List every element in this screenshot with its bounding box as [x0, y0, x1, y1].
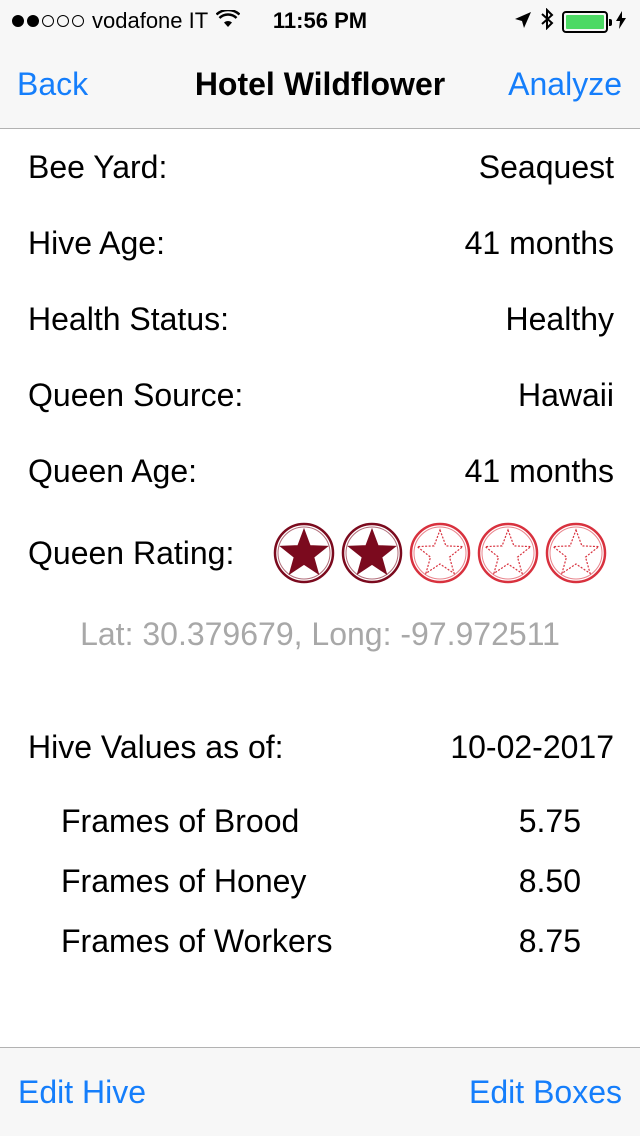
hive-values-date: 10-02-2017	[450, 728, 614, 765]
detail-label: Queen Source:	[28, 376, 244, 413]
detail-label: Queen Age:	[28, 452, 198, 489]
hive-values-label: Hive Values as of:	[28, 728, 284, 765]
hive-value-number: 8.75	[518, 922, 581, 959]
hive-value-row-workers: Frames of Workers 8.75	[61, 921, 581, 961]
analyze-button[interactable]: Analyze	[508, 66, 622, 103]
location-coordinates: Lat: 30.379679, Long: -97.972511	[80, 616, 560, 652]
bluetooth-icon	[540, 7, 554, 36]
detail-row-queen-source: Queen Source: Hawaii	[28, 375, 614, 415]
star-empty-icon[interactable]	[408, 521, 472, 585]
hive-value-number: 8.50	[518, 862, 581, 899]
hive-values-header: Hive Values as of: 10-02-2017	[28, 727, 614, 767]
detail-label: Health Status:	[28, 300, 229, 337]
hive-value-label: Frames of Brood	[61, 802, 300, 839]
hive-value-label: Frames of Honey	[61, 862, 307, 899]
queen-rating-label: Queen Rating:	[28, 534, 235, 571]
star-empty-icon[interactable]	[476, 521, 540, 585]
star-filled-icon[interactable]	[340, 521, 404, 585]
hive-value-row-honey: Frames of Honey 8.50	[61, 861, 581, 901]
detail-value: Seaquest	[478, 148, 614, 185]
hive-value-number: 5.75	[518, 802, 581, 839]
queen-rating-stars[interactable]	[272, 521, 608, 585]
edit-hive-button[interactable]: Edit Hive	[18, 1074, 146, 1111]
detail-row-hive-age: Hive Age: 41 months	[28, 223, 614, 263]
detail-value: 41 months	[464, 224, 614, 261]
location-arrow-icon	[514, 9, 532, 35]
detail-value: 41 months	[464, 452, 614, 489]
detail-label: Hive Age:	[28, 224, 165, 261]
detail-row-queen-age: Queen Age: 41 months	[28, 451, 614, 491]
detail-value: Healthy	[505, 300, 615, 337]
charging-bolt-icon	[616, 9, 626, 35]
edit-boxes-button[interactable]: Edit Boxes	[469, 1074, 622, 1111]
detail-value: Hawaii	[517, 376, 614, 413]
hive-value-row-brood: Frames of Brood 5.75	[61, 801, 581, 841]
battery-level	[566, 15, 604, 29]
status-right	[514, 7, 626, 36]
star-filled-icon[interactable]	[272, 521, 336, 585]
detail-row-health-status: Health Status: Healthy	[28, 299, 614, 339]
battery-icon	[562, 11, 612, 33]
status-bar: vodafone IT 11:56 PM	[0, 0, 640, 40]
navigation-bar: Back Hotel Wildflower Analyze	[0, 40, 640, 129]
detail-label: Bee Yard:	[28, 148, 168, 185]
hive-value-label: Frames of Workers	[61, 922, 333, 959]
bottom-toolbar: Edit Hive Edit Boxes	[0, 1047, 640, 1136]
star-empty-icon[interactable]	[544, 521, 608, 585]
detail-row-bee-yard: Bee Yard: Seaquest	[28, 147, 614, 187]
queen-rating-row: Queen Rating:	[28, 533, 268, 573]
